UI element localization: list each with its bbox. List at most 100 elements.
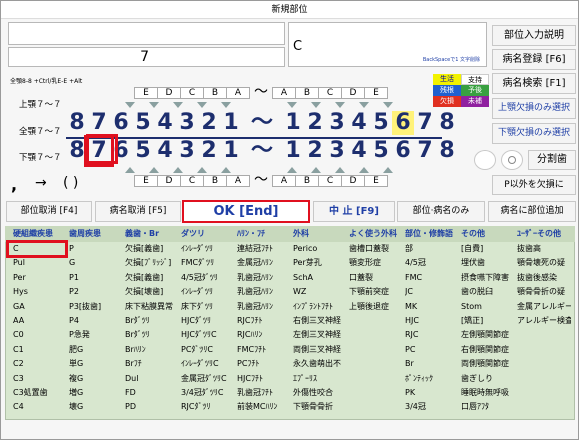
table-cell[interactable]: P2	[69, 285, 123, 299]
table-header-2[interactable]: 義歯・Br	[125, 227, 179, 241]
table-cell[interactable]: P1	[69, 271, 123, 285]
deciduous-tooth[interactable]: B	[203, 87, 227, 99]
table-cell[interactable]: ﾎﾟﾝﾃｨｯｸ	[405, 372, 459, 386]
table-cell[interactable]: FMCﾀﾞﾂﾘ	[181, 256, 235, 270]
deciduous-tooth[interactable]: D	[157, 175, 181, 187]
table-cell[interactable]: 摂食嚥下障害	[461, 271, 515, 285]
table-cell[interactable]: Brﾌﾁ	[125, 357, 179, 371]
table-cell[interactable]: Perico	[293, 242, 347, 256]
table-cell[interactable]: Stom	[461, 300, 515, 314]
table-cell[interactable]: 睡眠時無呼吸	[461, 386, 515, 400]
cancel-name-button[interactable]: 病名取消 [F5]	[95, 201, 181, 222]
table-cell[interactable]: Hys	[13, 285, 67, 299]
upper-jaw-label[interactable]: 上顎７～７	[19, 98, 62, 110]
table-header-5[interactable]: 外科	[293, 227, 347, 241]
lower-jaw-label[interactable]: 下顎７～７	[19, 151, 62, 163]
table-cell[interactable]: HJC	[405, 314, 459, 328]
table-cell[interactable]: 顎変形症	[349, 256, 403, 270]
ok-button[interactable]: OK [End]	[182, 200, 310, 223]
non-p-missing-button[interactable]: P以外を欠損に	[492, 175, 576, 195]
tooth-number[interactable]: 2	[198, 139, 220, 163]
table-cell[interactable]: C4	[13, 400, 67, 414]
table-header-7[interactable]: 部位・修飾語	[405, 227, 459, 241]
table-cell[interactable]: 歯槽口蓋裂	[349, 242, 403, 256]
table-cell[interactable]: RJCﾀﾞﾂﾘ	[181, 400, 235, 414]
tooth-number[interactable]: 5	[132, 111, 154, 135]
deciduous-tooth[interactable]: C	[318, 175, 342, 187]
table-cell[interactable]: 金属冠ﾊﾘﾝ	[237, 256, 291, 270]
table-cell[interactable]: 乳歯冠ﾌﾁﾄ	[237, 386, 291, 400]
table-cell[interactable]: JC	[405, 285, 459, 299]
deciduous-tooth[interactable]: A	[226, 175, 250, 187]
table-header-1[interactable]: 歯周疾患	[69, 227, 123, 241]
full-jaw-label[interactable]: 全顎７～７	[19, 125, 62, 137]
table-cell[interactable]: 肥G	[69, 343, 123, 357]
deciduous-tooth[interactable]: E	[364, 175, 388, 187]
stop-button[interactable]: 中 止 [F9]	[313, 201, 395, 222]
tooth-number[interactable]: 4	[348, 139, 370, 163]
table-cell[interactable]: 抜歯高	[517, 242, 571, 256]
tooth-number[interactable]: 4	[348, 111, 370, 135]
deciduous-tooth[interactable]: C	[180, 87, 204, 99]
tooth-number[interactable]: 5	[370, 111, 392, 135]
table-cell[interactable]: HJCﾀﾞﾂﾘC	[181, 328, 235, 342]
table-header-4[interactable]: ﾊﾘﾝ・ﾌﾁ	[237, 227, 291, 241]
tooth-number[interactable]: 4	[154, 139, 176, 163]
table-cell[interactable]: C3	[13, 372, 67, 386]
deciduous-tooth[interactable]: D	[157, 87, 181, 99]
tooth-number[interactable]: 7	[414, 139, 436, 163]
part-input-help-button[interactable]: 部位入力説明	[492, 25, 576, 46]
table-header-0[interactable]: 硬組織疾患	[13, 227, 67, 241]
table-cell[interactable]: P	[69, 242, 123, 256]
table-cell[interactable]: PCﾀﾞﾂﾘC	[181, 343, 235, 357]
table-cell[interactable]: 部	[405, 242, 459, 256]
table-cell[interactable]: FMC	[405, 271, 459, 285]
table-cell[interactable]: RJC	[405, 328, 459, 342]
table-cell[interactable]: Brﾊﾘﾝ	[125, 343, 179, 357]
table-cell[interactable]: 増G	[69, 386, 123, 400]
table-cell[interactable]: 口蓋裂	[349, 271, 403, 285]
table-cell[interactable]: P3[抜歯]	[69, 300, 123, 314]
table-header-3[interactable]: ダツリ	[181, 227, 235, 241]
table-cell[interactable]: C3処置歯	[13, 386, 67, 400]
parens-symbol[interactable]: ( )	[63, 175, 78, 191]
table-cell[interactable]: PK	[405, 386, 459, 400]
split-tooth-button[interactable]: 分割歯	[528, 150, 576, 170]
table-cell[interactable]: 抜歯後感染	[517, 271, 571, 285]
table-cell[interactable]: 上顎後退症	[349, 300, 403, 314]
deciduous-tooth[interactable]: D	[341, 87, 365, 99]
table-cell[interactable]: 4/5冠ﾀﾞﾂﾘ	[181, 271, 235, 285]
table-cell[interactable]: ｲﾝﾌﾟﾗﾝﾄﾌﾁﾄ	[293, 300, 347, 314]
tooth-number[interactable]: 8	[66, 139, 88, 163]
table-cell[interactable]: 埋伏歯	[461, 256, 515, 270]
table-cell[interactable]: RJCﾊﾘﾝ	[237, 328, 291, 342]
table-cell[interactable]: C1	[13, 343, 67, 357]
table-cell[interactable]: PD	[125, 400, 179, 414]
tooth-number[interactable]: 8	[436, 139, 458, 163]
deciduous-tooth[interactable]: B	[295, 175, 319, 187]
table-cell[interactable]: ｲﾝﾚｰﾀﾞﾂﾘ	[181, 285, 235, 299]
tooth-number-selected[interactable]: 6	[392, 111, 414, 135]
table-cell[interactable]: ｴﾌﾟｰﾘｽ	[293, 372, 347, 386]
table-cell[interactable]: AA	[13, 314, 67, 328]
table-cell[interactable]: P急発	[69, 328, 123, 342]
table-cell[interactable]: 両側三叉神経	[293, 343, 347, 357]
tooth-number[interactable]: 8	[66, 111, 88, 135]
table-cell[interactable]: 壊G	[69, 400, 123, 414]
upper-missing-select-button[interactable]: 上顎欠損のみ選択	[492, 98, 576, 119]
table-cell[interactable]: 単G	[69, 357, 123, 371]
deciduous-tooth[interactable]: D	[341, 175, 365, 187]
table-cell[interactable]: HJCﾌﾁﾄ	[237, 372, 291, 386]
part-input-top[interactable]	[8, 22, 285, 45]
deciduous-tooth[interactable]: A	[226, 87, 250, 99]
tooth-number[interactable]: 5	[132, 139, 154, 163]
table-cell[interactable]: 連結冠ﾌﾁﾄ	[237, 242, 291, 256]
table-cell[interactable]: 左側顎関節症	[461, 328, 515, 342]
add-part-button[interactable]: 病名に部位追加	[488, 201, 576, 222]
table-cell[interactable]: FD	[125, 386, 179, 400]
table-cell[interactable]: 歯の脱臼	[461, 285, 515, 299]
table-cell[interactable]: MK	[405, 300, 459, 314]
tooth-number[interactable]: 3	[176, 111, 198, 135]
part-name-only-button[interactable]: 部位·病名のみ	[397, 201, 485, 222]
table-cell[interactable]: 欠損[ﾌﾞﾘｯｼﾞ]	[125, 256, 179, 270]
